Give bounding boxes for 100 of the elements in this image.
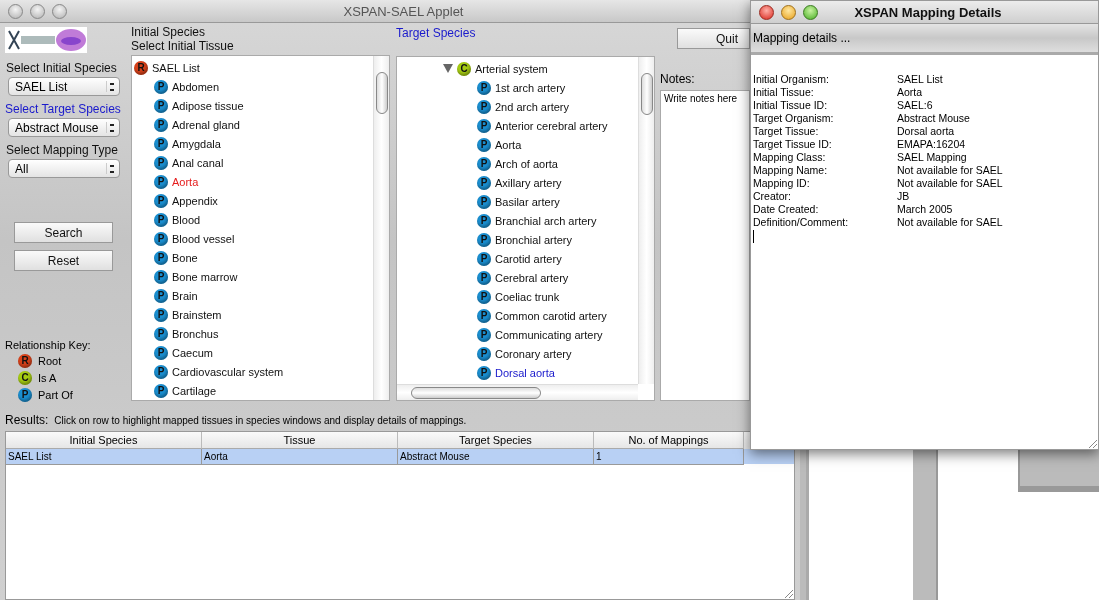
relation-badge: P: [154, 288, 168, 303]
table-cell: Abstract Mouse: [398, 449, 594, 465]
tree-item[interactable]: Carotid artery: [495, 252, 562, 265]
tree-item[interactable]: Blood: [172, 213, 201, 226]
tree-item[interactable]: Brainstem: [172, 308, 222, 321]
tree-item[interactable]: Caecum: [172, 346, 213, 359]
field-label: Mapping Name:: [753, 164, 829, 177]
tree-item[interactable]: Communicating artery: [495, 328, 603, 341]
relation-badge: P: [154, 250, 168, 265]
tree-item[interactable]: Axillary artery: [495, 176, 562, 189]
results-label: Results:: [5, 413, 49, 427]
tree-item[interactable]: Coeliac trunk: [495, 290, 560, 303]
zoom-button[interactable]: [52, 3, 67, 19]
tree-item[interactable]: Blood vessel: [172, 232, 235, 245]
field-value: JB: [897, 190, 910, 203]
relation-badge: P: [154, 193, 168, 208]
initial-tissue-heading: Select Initial Tissue: [131, 39, 235, 53]
field-value: Abstract Mouse: [897, 112, 970, 125]
tree-item[interactable]: Arterial system: [475, 62, 548, 75]
tree-item[interactable]: Bronchial artery: [495, 233, 573, 246]
relation-badge: P: [477, 137, 491, 152]
tree-item[interactable]: Amygdala: [172, 137, 221, 150]
tree-item[interactable]: Anal canal: [172, 156, 224, 169]
table-cell: Aorta: [202, 449, 398, 465]
tree-item[interactable]: Bone: [172, 251, 198, 264]
resize-grip-icon[interactable]: [1086, 437, 1098, 449]
tree-item[interactable]: Brain: [172, 289, 198, 302]
text-cursor: [753, 230, 754, 243]
tree-item[interactable]: Abdomen: [172, 80, 220, 93]
tree-item[interactable]: Cartilage: [172, 384, 217, 397]
relation-badge: P: [154, 364, 168, 379]
tree-item[interactable]: 1st arch artery: [495, 81, 566, 94]
field-value: Not available for SAEL: [897, 177, 1003, 190]
tree-item[interactable]: 2nd arch artery: [495, 100, 569, 113]
quit-button[interactable]: Quit: [677, 28, 750, 49]
relation-badge: P: [154, 307, 168, 322]
relation-badge: P: [477, 118, 491, 133]
notes-field[interactable]: Write notes here: [660, 90, 750, 401]
field-value: SAEL List: [897, 73, 943, 86]
tree-item[interactable]: Anterior cerebral artery: [495, 119, 608, 132]
column-header[interactable]: Target Species: [398, 432, 594, 449]
relation-badge: P: [154, 345, 168, 360]
tree-item[interactable]: Aorta: [172, 175, 199, 188]
column-header[interactable]: Initial Species: [6, 432, 202, 449]
field-label: Initial Organism:: [753, 73, 830, 86]
tree-item[interactable]: Coronary artery: [495, 347, 572, 360]
relation-badge: P: [154, 383, 168, 398]
minimize-button[interactable]: [781, 4, 796, 20]
relation-badge: P: [154, 98, 168, 113]
tree-item[interactable]: Cardiovascular system: [172, 365, 284, 378]
relation-badge: P: [154, 117, 168, 132]
column-header[interactable]: No. of Mappings: [594, 432, 744, 449]
relation-badge: P: [477, 270, 491, 285]
relation-badge: R: [18, 353, 32, 368]
tree-item[interactable]: Arch of aorta: [495, 157, 558, 170]
relation-badge: P: [477, 156, 491, 171]
tree-item[interactable]: Common carotid artery: [495, 309, 607, 322]
field-label: Target Tissue:: [753, 125, 820, 138]
scrollbar[interactable]: [638, 57, 654, 384]
zoom-button[interactable]: [803, 4, 818, 20]
relation-badge: P: [477, 80, 491, 95]
tree-item[interactable]: Bronchus: [172, 327, 219, 340]
relation-badge: P: [154, 136, 168, 151]
close-button[interactable]: [759, 4, 774, 20]
tree-item[interactable]: Dorsal aorta: [495, 366, 555, 379]
reset-button[interactable]: Reset: [14, 250, 113, 271]
table-cell: SAEL List: [6, 449, 202, 465]
field-label: Definition/Comment:: [753, 216, 850, 229]
scrollbar[interactable]: [373, 56, 389, 400]
tree-item[interactable]: Basilar artery: [495, 195, 560, 208]
tree-item[interactable]: Cerebral artery: [495, 271, 569, 284]
column-header[interactable]: Tissue: [202, 432, 398, 449]
tree-item[interactable]: Adipose tissue: [172, 99, 244, 112]
search-button[interactable]: Search: [14, 222, 113, 243]
results-hint: Click on row to highlight mapped tissues in species windows and display details of mappings.: [54, 415, 467, 426]
minimize-button[interactable]: [30, 3, 45, 19]
tree-item[interactable]: SAEL List: [152, 61, 200, 74]
tree-item[interactable]: Bone marrow: [172, 270, 238, 283]
field-label: Mapping Class:: [753, 151, 827, 164]
relation-badge: P: [154, 155, 168, 170]
initial-species-select[interactable]: SAEL List: [8, 77, 120, 96]
table-row[interactable]: SAEL List Aorta Abstract Mouse 1: [6, 449, 794, 464]
mapping-type-select[interactable]: All: [8, 159, 120, 178]
relation-badge: R: [134, 60, 148, 75]
tree-item[interactable]: Adrenal gland: [172, 118, 240, 131]
tree-item[interactable]: Branchial arch artery: [495, 214, 597, 227]
field-value: Not available for SAEL: [897, 164, 1003, 177]
resize-grip-icon[interactable]: [782, 587, 794, 599]
field-value: Not available for SAEL: [897, 216, 1003, 229]
field-value: March 2005: [897, 203, 953, 216]
tree-item[interactable]: Aorta: [495, 138, 522, 151]
relation-badge: P: [154, 231, 168, 246]
field-value: EMAPA:16204: [897, 138, 966, 151]
field-label: Mapping ID:: [753, 177, 811, 190]
tree-item[interactable]: Appendix: [172, 194, 218, 207]
relation-badge: P: [18, 387, 32, 402]
scrollbar[interactable]: [397, 384, 638, 400]
target-species-select[interactable]: Abstract Mouse: [8, 118, 120, 137]
close-button[interactable]: [8, 3, 23, 19]
disclosure-triangle-icon[interactable]: [443, 64, 453, 73]
